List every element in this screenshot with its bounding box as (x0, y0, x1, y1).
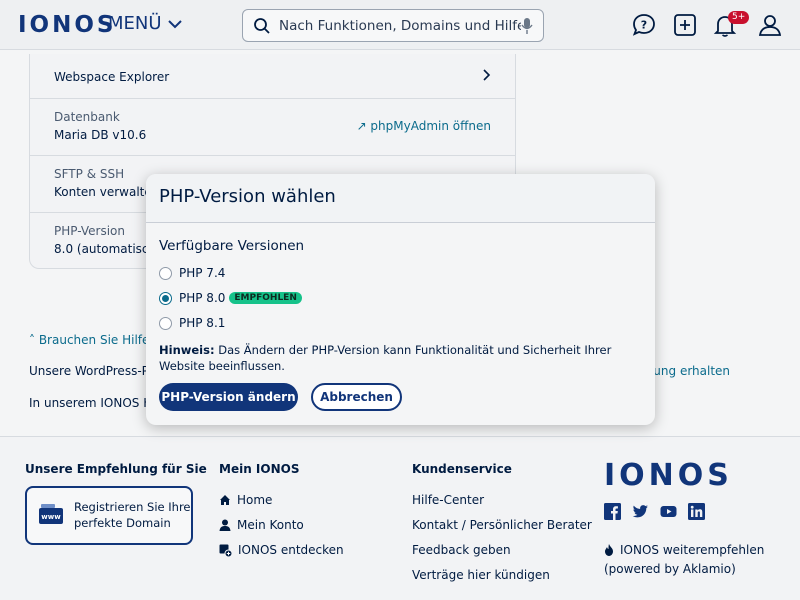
domain-www-icon: www (39, 504, 63, 524)
svg-text:?: ? (641, 19, 647, 32)
home-icon (220, 495, 230, 505)
user-icon[interactable] (757, 12, 783, 38)
menu-label: MENÜ (108, 13, 162, 34)
footer-link-feedback[interactable]: Feedback geben (412, 543, 511, 557)
menu-button[interactable]: MENÜ (108, 13, 182, 34)
radio-php-7-4[interactable]: PHP 7.4 (159, 266, 225, 280)
footer-link-discover-label: IONOS entdecken (238, 543, 344, 557)
recommend-link[interactable]: IONOS weiterempfehlen (604, 543, 764, 557)
youtube-icon[interactable] (660, 503, 677, 520)
discover-plus-icon (219, 544, 232, 557)
cancel-button[interactable]: Abbrechen (311, 383, 402, 411)
person-icon (219, 519, 231, 531)
change-php-version-button[interactable]: PHP-Version ändern (159, 383, 298, 411)
twitter-icon[interactable] (632, 503, 649, 520)
flame-icon (605, 544, 613, 556)
top-header: IONOS MENÜ Nach Funktionen, Domains und … (0, 0, 800, 50)
help-toggle[interactable]: ˄ Brauchen Sie Hilfe? (29, 333, 156, 347)
footer-link-home[interactable]: Home (219, 493, 272, 507)
dialog-title: PHP-Version wählen (159, 186, 336, 207)
footer-link-help-center[interactable]: Hilfe-Center (412, 493, 484, 507)
footer-link-account[interactable]: Mein Konto (219, 518, 304, 532)
domain-promo-text: Registrieren Sie Ihre perfekte Domain (74, 500, 191, 530)
footer-link-cancel-contracts[interactable]: Verträge hier kündigen (412, 568, 550, 582)
chevron-right-icon (483, 69, 491, 81)
footer-link-home-label: Home (237, 493, 273, 507)
footer-link-discover[interactable]: IONOS entdecken (219, 543, 344, 557)
search-input[interactable]: Nach Funktionen, Domains und Hilfe su... (279, 18, 521, 34)
database-label: Datenbank (54, 110, 120, 124)
sftp-value: Konten verwalten (54, 185, 160, 199)
domain-www-icon-text: www (41, 513, 61, 521)
facebook-icon[interactable] (604, 503, 621, 520)
row-webspace-explorer[interactable]: Webspace Explorer (30, 54, 515, 99)
linkedin-icon[interactable] (688, 503, 705, 520)
note-text: Das Ändern der PHP-Version kann Funktion… (159, 343, 612, 373)
footer-link-account-label: Mein Konto (237, 518, 304, 532)
radio-php-8-0[interactable]: PHP 8.0 EMPFOHLEN (159, 291, 302, 305)
radio-label: PHP 7.4 (179, 266, 226, 280)
radio-button[interactable] (159, 316, 172, 330)
phpmyadmin-link[interactable]: ↗ phpMyAdmin öffnen (357, 119, 491, 133)
footer-col1-title: Unsere Empfehlung für Sie (25, 462, 207, 476)
webspace-explorer-label: Webspace Explorer (54, 70, 170, 84)
database-value: Maria DB v10.6 (54, 128, 147, 142)
search-field[interactable]: Nach Funktionen, Domains und Hilfe su... (242, 9, 544, 42)
radio-label: PHP 8.0 (179, 291, 226, 305)
help-wordpress-line: Unsere WordPress-Pro (29, 364, 161, 378)
help-chat-icon[interactable]: ? (631, 12, 657, 38)
dialog-subtitle: Verfügbare Versionen (159, 238, 305, 254)
help-right-link[interactable]: zung erhalten (647, 364, 730, 378)
recommended-badge: EMPFOHLEN (229, 292, 302, 304)
ionos-logo[interactable]: IONOS (18, 12, 116, 38)
add-icon[interactable] (672, 12, 698, 38)
search-icon (254, 17, 270, 34)
domain-promo-card[interactable]: www Registrieren Sie Ihre perfekte Domai… (25, 486, 193, 545)
sftp-label: SFTP & SSH (54, 167, 125, 181)
footer-col3-title: Kundenservice (412, 462, 512, 476)
row-database: Datenbank Maria DB v10.6 ↗ phpMyAdmin öf… (30, 99, 515, 156)
notification-badge: 5+ (728, 11, 750, 24)
chevron-down-icon (167, 19, 182, 28)
radio-php-8-1[interactable]: PHP 8.1 (159, 316, 225, 330)
microphone-icon[interactable] (521, 17, 533, 35)
radio-button-selected[interactable] (159, 291, 172, 305)
radio-button[interactable] (159, 266, 172, 280)
recommend-link-label: IONOS weiterempfehlen (620, 543, 765, 557)
footer-ionos-logo: IONOS (604, 458, 733, 493)
note-bold: Hinweis: (159, 343, 215, 357)
dialog-note: Hinweis: Das Ändern der PHP-Version kann… (159, 342, 629, 374)
footer-col2-title: Mein IONOS (219, 462, 300, 476)
recommend-powered-by: (powered by Aklamio) (604, 562, 736, 576)
help-center-line: In unserem IONOS Hilf (29, 396, 164, 410)
php-version-label: PHP-Version (54, 224, 125, 238)
php-version-dialog: PHP-Version wählen Verfügbare Versionen … (146, 174, 655, 425)
dialog-header: PHP-Version wählen (146, 174, 655, 223)
radio-label: PHP 8.1 (179, 316, 226, 330)
footer-link-contact[interactable]: Kontakt / Persönlicher Berater (412, 518, 592, 532)
